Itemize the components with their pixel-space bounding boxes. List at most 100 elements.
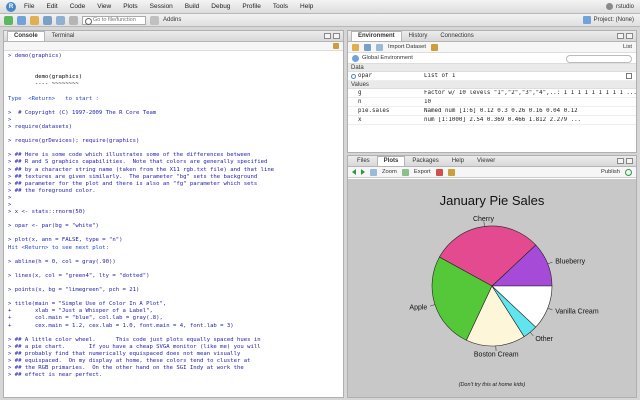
tab-environment[interactable]: Environment bbox=[351, 31, 402, 41]
tab-viewer[interactable]: Viewer bbox=[471, 157, 501, 166]
console-line: ---- ~~~~~~~~ bbox=[8, 81, 79, 88]
maximize-pane-icon[interactable] bbox=[333, 33, 340, 39]
maximize-pane-icon[interactable] bbox=[626, 33, 633, 39]
tab-files[interactable]: Files bbox=[351, 157, 376, 166]
console-line: > points(x, bg = "limegreen", pch = 21) bbox=[8, 287, 140, 294]
environment-scope-bar: Global Environment bbox=[348, 53, 636, 64]
minimize-pane-icon[interactable] bbox=[324, 33, 331, 39]
rstudio-logo-icon: R bbox=[6, 1, 16, 12]
import-dataset-button[interactable]: Import Dataset bbox=[388, 44, 426, 50]
console-line: > lines(x, col = "green4", lty = "dotted… bbox=[8, 272, 150, 279]
tab-history[interactable]: History bbox=[403, 32, 434, 41]
user-name: rstudio bbox=[615, 3, 634, 10]
console-line: > opar <- par(bg = "white") bbox=[8, 223, 99, 230]
environment-toolbar: Import Dataset List bbox=[348, 42, 636, 53]
previous-plot-icon[interactable] bbox=[352, 169, 356, 175]
console-line: > ## Here is some code which illustrates… bbox=[8, 152, 251, 159]
menu-view[interactable]: View bbox=[97, 3, 111, 10]
environment-row[interactable]: g Factor w/ 10 levels "1","2","3","4",..:… bbox=[348, 89, 636, 98]
environment-pane-controls bbox=[617, 33, 633, 39]
goto-file-input[interactable]: Go to file/function bbox=[82, 15, 146, 25]
environment-row[interactable]: n 10 bbox=[348, 98, 636, 107]
pie-chart: January Pie Sales Blueberry Cherry Apple Bo… bbox=[409, 193, 599, 388]
tab-plots[interactable]: Plots bbox=[376, 156, 406, 166]
tab-packages[interactable]: Packages bbox=[406, 157, 444, 166]
pie-label-tick bbox=[547, 307, 553, 311]
load-workspace-icon[interactable] bbox=[352, 43, 359, 51]
new-project-icon[interactable] bbox=[17, 15, 26, 25]
pie-label: Blueberry bbox=[555, 258, 585, 265]
tab-help[interactable]: Help bbox=[446, 157, 470, 166]
menu-session[interactable]: Session bbox=[150, 3, 173, 10]
data-section-header: Data bbox=[348, 64, 636, 72]
publish-button[interactable]: Publish bbox=[601, 169, 620, 175]
minimize-pane-icon[interactable] bbox=[617, 158, 624, 164]
project-menu[interactable]: Project: (None) bbox=[582, 16, 634, 24]
save-icon[interactable] bbox=[43, 15, 52, 25]
user-area[interactable]: rstudio bbox=[605, 3, 634, 10]
environment-row[interactable]: opar List of 1 bbox=[348, 72, 636, 81]
chart-subtitle: (Don't try this at home kids) bbox=[459, 382, 526, 388]
clear-console-icon[interactable] bbox=[333, 43, 339, 49]
tab-terminal[interactable]: Terminal bbox=[46, 32, 81, 41]
grid-layout-icon[interactable] bbox=[150, 15, 159, 25]
remove-plot-icon[interactable] bbox=[435, 168, 443, 176]
variable-value: Named num [1:6] 0.12 0.3 0.26 0.16 0.04 … bbox=[424, 108, 578, 114]
save-workspace-icon[interactable] bbox=[364, 43, 371, 51]
pie-label: Vanilla Cream bbox=[555, 309, 599, 316]
console-line: > demo(graphics) bbox=[8, 53, 62, 59]
menu-build[interactable]: Build bbox=[185, 3, 199, 10]
maximize-pane-icon[interactable] bbox=[626, 158, 633, 164]
menu-edit[interactable]: Edit bbox=[46, 3, 57, 10]
console-line: > ## effect is near perfect. bbox=[8, 372, 103, 379]
pie-label-tick bbox=[530, 332, 534, 337]
environment-row[interactable]: x num [1:1000] 2.54 0.369 0.466 1.812 2.2… bbox=[348, 116, 636, 125]
menu-help[interactable]: Help bbox=[300, 3, 313, 10]
tab-console[interactable]: Console bbox=[7, 31, 45, 41]
console-line: > ## textures are given similarly. The p… bbox=[8, 173, 258, 180]
new-file-icon[interactable] bbox=[4, 15, 13, 25]
menu-code[interactable]: Code bbox=[70, 3, 86, 10]
menu-debug[interactable]: Debug bbox=[211, 3, 230, 10]
expand-icon[interactable] bbox=[351, 74, 356, 79]
zoom-button[interactable]: Zoom bbox=[382, 169, 397, 175]
variable-value: List of 1 bbox=[424, 73, 456, 79]
variable-name: n bbox=[358, 99, 362, 105]
menu-file[interactable]: File bbox=[24, 3, 34, 10]
export-button[interactable]: Export bbox=[414, 169, 431, 175]
menu-items: File Edit Code View Plots Session Build Debug Pr… bbox=[24, 3, 325, 10]
clear-workspace-icon[interactable] bbox=[431, 43, 439, 51]
pie-label: Apple bbox=[409, 305, 427, 312]
view-data-icon[interactable] bbox=[626, 73, 632, 79]
console-output[interactable]: > demo(graphics) demo(graphics) ---- ~~~… bbox=[4, 51, 343, 381]
tab-connections[interactable]: Connections bbox=[434, 32, 479, 41]
minimize-pane-icon[interactable] bbox=[617, 33, 624, 39]
export-icon bbox=[401, 168, 409, 176]
clear-plots-icon[interactable] bbox=[447, 168, 455, 176]
environment-search-input[interactable] bbox=[566, 55, 632, 63]
list-view-select[interactable]: List bbox=[623, 44, 632, 50]
next-plot-icon[interactable] bbox=[361, 169, 365, 175]
project-label: Project: (None) bbox=[593, 17, 634, 23]
refresh-icon[interactable] bbox=[625, 169, 632, 176]
menu-tools[interactable]: Tools bbox=[273, 3, 288, 10]
menu-profile[interactable]: Profile bbox=[242, 3, 260, 10]
main-toolbar: Go to file/function Addins Project: (Non… bbox=[0, 14, 640, 27]
console-line: > ## a pie chart. If you have a cheap SV… bbox=[8, 343, 261, 350]
print-icon[interactable] bbox=[69, 15, 78, 25]
open-file-icon[interactable] bbox=[30, 15, 39, 25]
save-all-icon[interactable] bbox=[56, 15, 65, 25]
console-line: > ## the foreground color. bbox=[8, 187, 96, 194]
environment-row[interactable]: pie.sales Named num [1:6] 0.12 0.3 0.26 0… bbox=[348, 107, 636, 116]
pie-slices bbox=[431, 225, 553, 347]
menu-plots[interactable]: Plots bbox=[123, 3, 137, 10]
console-line: > require(datasets) bbox=[8, 123, 72, 130]
scope-select[interactable]: Global Environment bbox=[362, 55, 413, 61]
addins-button[interactable]: Addins bbox=[163, 17, 181, 23]
